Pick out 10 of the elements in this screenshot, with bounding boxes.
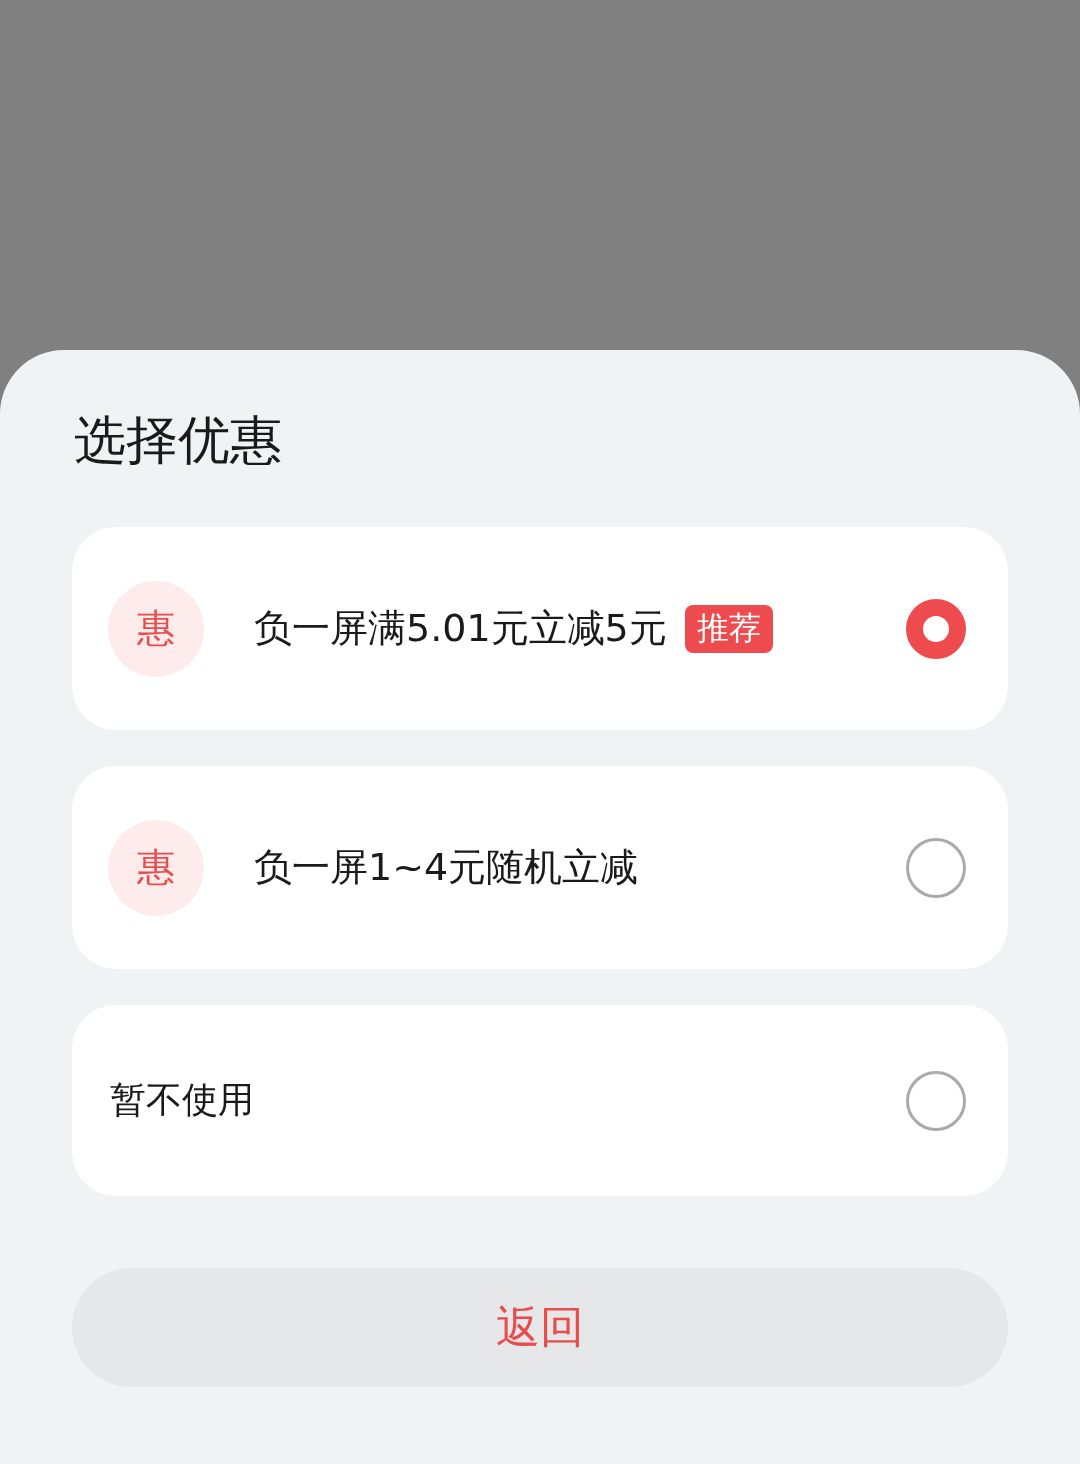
- discount-icon: 惠: [108, 580, 204, 677]
- sheet-title: 选择优惠: [74, 409, 283, 472]
- option-card[interactable]: 暂不使用: [72, 1005, 1008, 1196]
- option-label: 暂不使用: [110, 1078, 254, 1122]
- option-label: 负一屏1~4元随机立减: [254, 844, 639, 891]
- recommend-badge: 推荐: [684, 604, 773, 653]
- discount-icon: 惠: [108, 819, 204, 916]
- option-card[interactable]: 惠 负一屏满5.01元立减5元 推荐: [72, 527, 1008, 730]
- option-label: 负一屏满5.01元立减5元: [254, 605, 667, 652]
- option-card[interactable]: 惠 负一屏1~4元随机立减: [72, 766, 1008, 969]
